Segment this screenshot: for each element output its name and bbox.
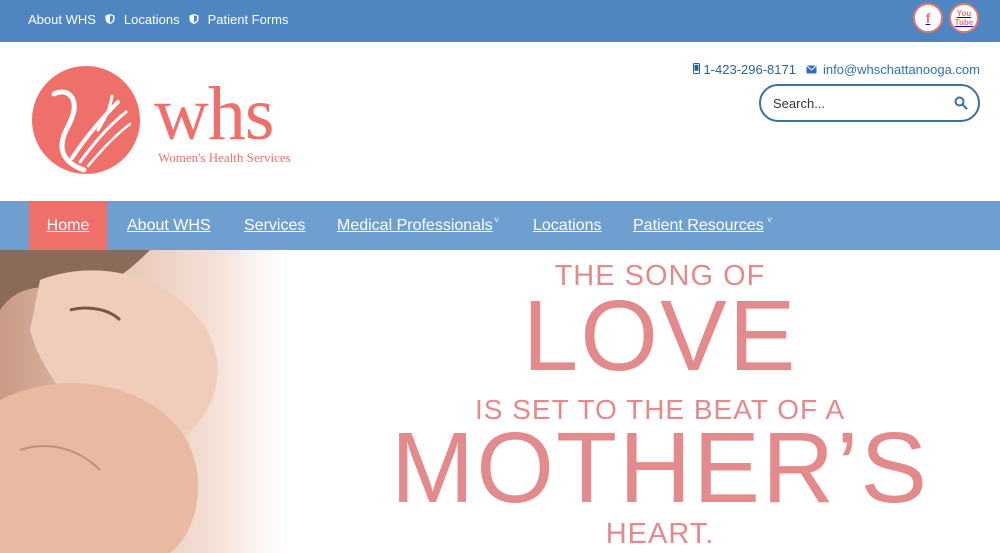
nav-services[interactable]: Services bbox=[244, 201, 305, 250]
mother-baby-photo bbox=[0, 250, 340, 553]
facebook-button[interactable]: f bbox=[913, 3, 943, 33]
hero-banner: THE SONG OF LOVE IS SET TO THE BEAT OF A… bbox=[0, 250, 1000, 553]
mother-baby-illustration bbox=[0, 250, 340, 553]
envelope-icon bbox=[806, 62, 817, 77]
phone-link[interactable]: 1-423-296-8171 bbox=[703, 62, 796, 77]
chevron-down-icon[interactable]: ˅ bbox=[494, 215, 499, 225]
nav-medical-professionals[interactable]: Medical Professionals bbox=[337, 201, 493, 250]
facebook-icon: f bbox=[925, 10, 931, 26]
whs-logo[interactable]: whs Women's Health Services bbox=[32, 66, 322, 176]
chevron-down-icon[interactable]: ˅ bbox=[767, 215, 772, 225]
logo-emblem-icon bbox=[32, 66, 140, 174]
youtube-icon: You Tube bbox=[954, 9, 974, 27]
search-box bbox=[759, 84, 980, 122]
shield-icon bbox=[189, 14, 199, 24]
phone-icon bbox=[693, 62, 701, 77]
top-links: About WHS Locations Patient Forms bbox=[28, 0, 289, 38]
nav-about-whs[interactable]: About WHS bbox=[127, 201, 211, 250]
email-link[interactable]: info@whschattanooga.com bbox=[823, 62, 980, 77]
nav-patient-resources[interactable]: Patient Resources bbox=[633, 201, 764, 250]
shield-icon bbox=[105, 14, 115, 24]
hero-line-2: LOVE bbox=[522, 280, 798, 392]
hero-line-4: MOTHER’S bbox=[390, 412, 930, 524]
search-input[interactable] bbox=[773, 93, 943, 113]
hero-line-5: HEART. bbox=[605, 518, 715, 550]
top-link-locations[interactable]: Locations bbox=[124, 12, 180, 27]
main-nav: Home About WHS Services Medical Professi… bbox=[0, 201, 1000, 250]
youtube-button[interactable]: You Tube bbox=[949, 3, 979, 33]
search-icon[interactable] bbox=[954, 96, 968, 110]
top-link-about[interactable]: About WHS bbox=[28, 12, 96, 27]
logo-swirl-icon bbox=[51, 89, 132, 173]
nav-locations[interactable]: Locations bbox=[533, 201, 602, 250]
logo-tagline: Women's Health Services bbox=[158, 150, 291, 165]
top-bar: About WHS Locations Patient Forms f You … bbox=[0, 0, 1000, 42]
top-link-patient-forms[interactable]: Patient Forms bbox=[208, 12, 289, 27]
nav-home[interactable]: Home bbox=[29, 201, 107, 250]
contact-info: 1-423-296-8171 info@whschattanooga.com bbox=[693, 62, 980, 77]
logo-wordmark: whs bbox=[154, 72, 274, 156]
